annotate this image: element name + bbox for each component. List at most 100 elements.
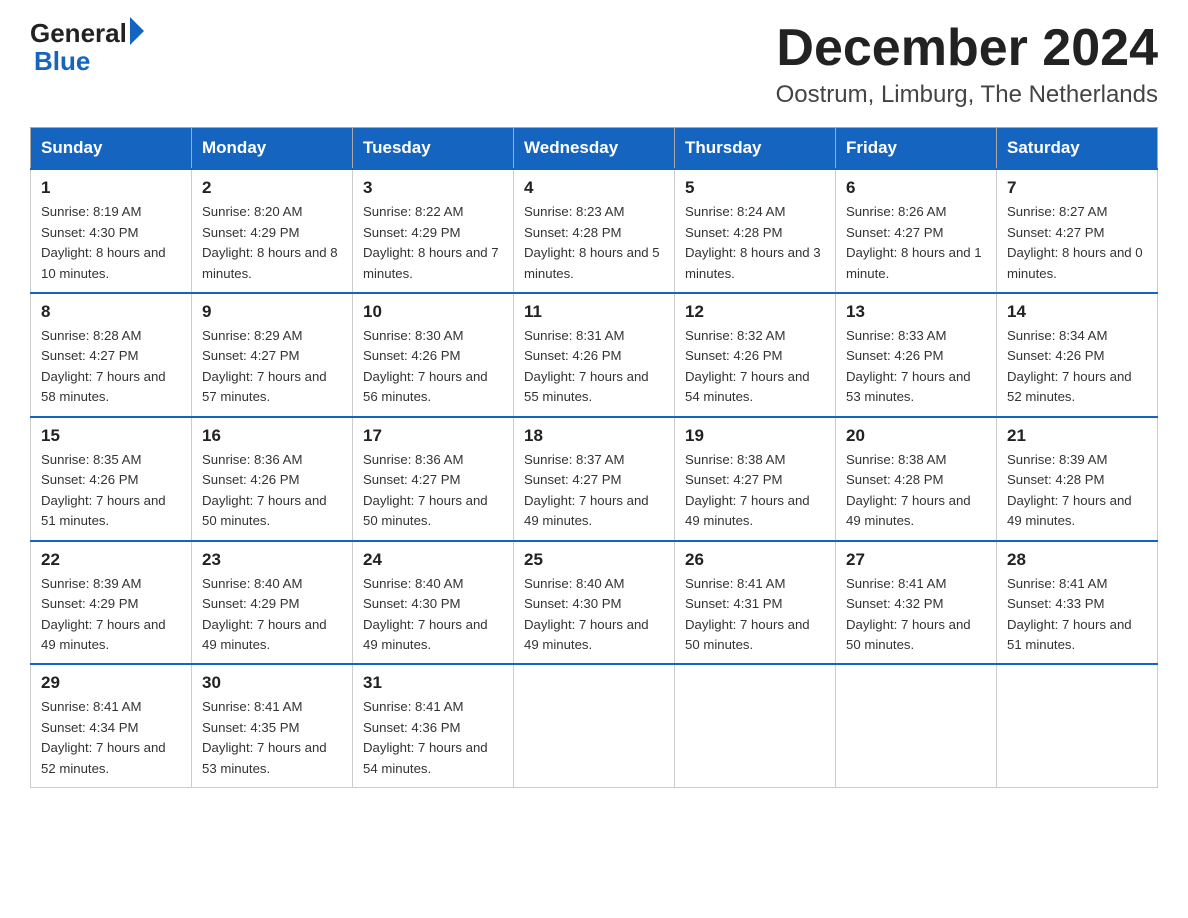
calendar-week-row: 22 Sunrise: 8:39 AMSunset: 4:29 PMDayligh… — [31, 541, 1158, 665]
day-info: Sunrise: 8:37 AMSunset: 4:27 PMDaylight:… — [524, 450, 664, 532]
header-wednesday: Wednesday — [514, 128, 675, 170]
day-number: 29 — [41, 673, 181, 693]
day-info: Sunrise: 8:26 AMSunset: 4:27 PMDaylight:… — [846, 202, 986, 284]
calendar-cell: 20 Sunrise: 8:38 AMSunset: 4:28 PMDayligh… — [836, 417, 997, 541]
calendar-cell: 25Sunrise: 8:40 AMSunset: 4:30 PMDayligh… — [514, 541, 675, 665]
day-info: Sunrise: 8:41 AMSunset: 4:33 PMDaylight:… — [1007, 574, 1147, 656]
day-info: Sunrise: 8:35 AMSunset: 4:26 PMDaylight:… — [41, 450, 181, 532]
calendar-cell: 27 Sunrise: 8:41 AMSunset: 4:32 PMDayligh… — [836, 541, 997, 665]
header-friday: Friday — [836, 128, 997, 170]
day-info: Sunrise: 8:38 AMSunset: 4:27 PMDaylight:… — [685, 450, 825, 532]
day-number: 19 — [685, 426, 825, 446]
day-info: Sunrise: 8:20 AMSunset: 4:29 PMDaylight:… — [202, 202, 342, 284]
day-number: 12 — [685, 302, 825, 322]
day-number: 1 — [41, 178, 181, 198]
day-number: 26 — [685, 550, 825, 570]
day-info: Sunrise: 8:19 AMSunset: 4:30 PMDaylight:… — [41, 202, 181, 284]
calendar-cell: 16 Sunrise: 8:36 AMSunset: 4:26 PMDayligh… — [192, 417, 353, 541]
day-number: 22 — [41, 550, 181, 570]
day-info: Sunrise: 8:36 AMSunset: 4:27 PMDaylight:… — [363, 450, 503, 532]
day-info: Sunrise: 8:34 AMSunset: 4:26 PMDaylight:… — [1007, 326, 1147, 408]
calendar-cell: 13 Sunrise: 8:33 AMSunset: 4:26 PMDayligh… — [836, 293, 997, 417]
calendar-cell: 8 Sunrise: 8:28 AMSunset: 4:27 PMDaylight… — [31, 293, 192, 417]
calendar-week-row: 8 Sunrise: 8:28 AMSunset: 4:27 PMDaylight… — [31, 293, 1158, 417]
day-info: Sunrise: 8:32 AMSunset: 4:26 PMDaylight:… — [685, 326, 825, 408]
day-info: Sunrise: 8:39 AMSunset: 4:29 PMDaylight:… — [41, 574, 181, 656]
day-number: 24 — [363, 550, 503, 570]
day-info: Sunrise: 8:38 AMSunset: 4:28 PMDaylight:… — [846, 450, 986, 532]
calendar-cell: 15 Sunrise: 8:35 AMSunset: 4:26 PMDayligh… — [31, 417, 192, 541]
day-info: Sunrise: 8:31 AMSunset: 4:26 PMDaylight:… — [524, 326, 664, 408]
logo-general-text: General — [30, 20, 127, 46]
logo: General Blue — [30, 20, 144, 77]
day-info: Sunrise: 8:22 AMSunset: 4:29 PMDaylight:… — [363, 202, 503, 284]
day-info: Sunrise: 8:40 AMSunset: 4:30 PMDaylight:… — [363, 574, 503, 656]
day-info: Sunrise: 8:23 AMSunset: 4:28 PMDaylight:… — [524, 202, 664, 284]
day-info: Sunrise: 8:41 AMSunset: 4:34 PMDaylight:… — [41, 697, 181, 779]
day-info: Sunrise: 8:41 AMSunset: 4:31 PMDaylight:… — [685, 574, 825, 656]
day-info: Sunrise: 8:41 AMSunset: 4:36 PMDaylight:… — [363, 697, 503, 779]
calendar-week-row: 15 Sunrise: 8:35 AMSunset: 4:26 PMDayligh… — [31, 417, 1158, 541]
day-info: Sunrise: 8:27 AMSunset: 4:27 PMDaylight:… — [1007, 202, 1147, 284]
calendar-cell: 18Sunrise: 8:37 AMSunset: 4:27 PMDayligh… — [514, 417, 675, 541]
day-number: 21 — [1007, 426, 1147, 446]
calendar-cell: 21 Sunrise: 8:39 AMSunset: 4:28 PMDayligh… — [997, 417, 1158, 541]
calendar-cell: 2 Sunrise: 8:20 AMSunset: 4:29 PMDaylight… — [192, 169, 353, 293]
logo-blue-text: Blue — [34, 46, 90, 77]
day-info: Sunrise: 8:28 AMSunset: 4:27 PMDaylight:… — [41, 326, 181, 408]
day-number: 14 — [1007, 302, 1147, 322]
day-number: 9 — [202, 302, 342, 322]
day-number: 5 — [685, 178, 825, 198]
calendar-table: Sunday Monday Tuesday Wednesday Thursday… — [30, 127, 1158, 788]
day-number: 27 — [846, 550, 986, 570]
day-number: 2 — [202, 178, 342, 198]
header-tuesday: Tuesday — [353, 128, 514, 170]
day-number: 8 — [41, 302, 181, 322]
day-number: 10 — [363, 302, 503, 322]
calendar-cell: 10 Sunrise: 8:30 AMSunset: 4:26 PMDayligh… — [353, 293, 514, 417]
header-monday: Monday — [192, 128, 353, 170]
day-info: Sunrise: 8:41 AMSunset: 4:35 PMDaylight:… — [202, 697, 342, 779]
calendar-cell: 11 Sunrise: 8:31 AMSunset: 4:26 PMDayligh… — [514, 293, 675, 417]
calendar-cell: 6Sunrise: 8:26 AMSunset: 4:27 PMDaylight… — [836, 169, 997, 293]
day-number: 3 — [363, 178, 503, 198]
calendar-cell: 31Sunrise: 8:41 AMSunset: 4:36 PMDayligh… — [353, 664, 514, 787]
calendar-body: 1 Sunrise: 8:19 AMSunset: 4:30 PMDaylight… — [31, 169, 1158, 788]
day-info: Sunrise: 8:39 AMSunset: 4:28 PMDaylight:… — [1007, 450, 1147, 532]
day-info: Sunrise: 8:29 AMSunset: 4:27 PMDaylight:… — [202, 326, 342, 408]
calendar-cell — [675, 664, 836, 787]
calendar-cell — [997, 664, 1158, 787]
logo-arrow-icon — [130, 17, 144, 45]
calendar-subtitle: Oostrum, Limburg, The Netherlands — [776, 81, 1158, 109]
day-info: Sunrise: 8:30 AMSunset: 4:26 PMDaylight:… — [363, 326, 503, 408]
day-number: 16 — [202, 426, 342, 446]
calendar-cell: 5Sunrise: 8:24 AMSunset: 4:28 PMDaylight… — [675, 169, 836, 293]
calendar-cell: 4 Sunrise: 8:23 AMSunset: 4:28 PMDaylight… — [514, 169, 675, 293]
day-number: 4 — [524, 178, 664, 198]
calendar-cell: 28Sunrise: 8:41 AMSunset: 4:33 PMDayligh… — [997, 541, 1158, 665]
calendar-cell: 9 Sunrise: 8:29 AMSunset: 4:27 PMDaylight… — [192, 293, 353, 417]
day-number: 20 — [846, 426, 986, 446]
day-number: 25 — [524, 550, 664, 570]
day-info: Sunrise: 8:41 AMSunset: 4:32 PMDaylight:… — [846, 574, 986, 656]
day-number: 7 — [1007, 178, 1147, 198]
calendar-cell: 22 Sunrise: 8:39 AMSunset: 4:29 PMDayligh… — [31, 541, 192, 665]
calendar-week-row: 29 Sunrise: 8:41 AMSunset: 4:34 PMDayligh… — [31, 664, 1158, 787]
title-section: December 2024 Oostrum, Limburg, The Neth… — [776, 20, 1158, 109]
calendar-cell: 30Sunrise: 8:41 AMSunset: 4:35 PMDayligh… — [192, 664, 353, 787]
day-number: 11 — [524, 302, 664, 322]
day-number: 15 — [41, 426, 181, 446]
calendar-cell: 29 Sunrise: 8:41 AMSunset: 4:34 PMDayligh… — [31, 664, 192, 787]
calendar-cell: 23Sunrise: 8:40 AMSunset: 4:29 PMDayligh… — [192, 541, 353, 665]
calendar-week-row: 1 Sunrise: 8:19 AMSunset: 4:30 PMDaylight… — [31, 169, 1158, 293]
day-info: Sunrise: 8:33 AMSunset: 4:26 PMDaylight:… — [846, 326, 986, 408]
calendar-cell: 17 Sunrise: 8:36 AMSunset: 4:27 PMDayligh… — [353, 417, 514, 541]
day-number: 13 — [846, 302, 986, 322]
calendar-cell: 1 Sunrise: 8:19 AMSunset: 4:30 PMDaylight… — [31, 169, 192, 293]
day-number: 17 — [363, 426, 503, 446]
calendar-cell: 26 Sunrise: 8:41 AMSunset: 4:31 PMDayligh… — [675, 541, 836, 665]
day-info: Sunrise: 8:36 AMSunset: 4:26 PMDaylight:… — [202, 450, 342, 532]
calendar-cell: 14 Sunrise: 8:34 AMSunset: 4:26 PMDayligh… — [997, 293, 1158, 417]
header-sunday: Sunday — [31, 128, 192, 170]
header-thursday: Thursday — [675, 128, 836, 170]
